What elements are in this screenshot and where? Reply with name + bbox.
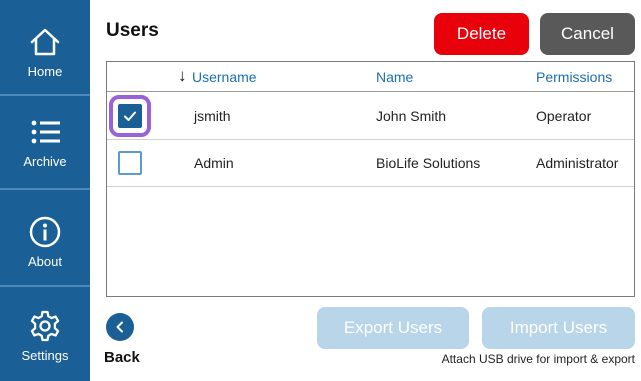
info-icon xyxy=(25,212,65,252)
list-icon xyxy=(25,112,65,152)
cell-name: BioLife Solutions xyxy=(376,155,481,171)
row-checkbox[interactable] xyxy=(118,151,142,175)
home-icon xyxy=(25,22,65,62)
page-title: Users xyxy=(106,20,159,41)
sidebar: Home Archive About Settings xyxy=(0,0,90,381)
gear-icon xyxy=(25,306,65,346)
sort-arrow-icon[interactable]: ↓ xyxy=(178,66,187,86)
export-users-button[interactable]: Export Users xyxy=(317,307,469,349)
sidebar-divider xyxy=(0,188,90,190)
cell-permissions: Administrator xyxy=(536,155,619,171)
sidebar-item-label: Archive xyxy=(23,154,67,169)
cell-permissions: Operator xyxy=(536,108,592,124)
usb-hint-text: Attach USB drive for import & export xyxy=(441,352,635,366)
sidebar-divider xyxy=(0,94,90,96)
checkmark-icon xyxy=(124,111,136,121)
back-button[interactable] xyxy=(106,313,134,341)
sidebar-item-archive[interactable]: Archive xyxy=(0,112,90,169)
sidebar-item-label: Settings xyxy=(21,348,69,363)
table-header: ↓ Username Name Permissions xyxy=(107,62,634,92)
users-table: ↓ Username Name Permissions jsmith John … xyxy=(106,61,635,297)
sidebar-item-label: Home xyxy=(27,64,63,79)
cell-name: John Smith xyxy=(376,108,447,124)
column-header-username[interactable]: Username xyxy=(192,69,257,85)
row-checkbox[interactable] xyxy=(118,104,142,128)
column-header-name[interactable]: Name xyxy=(376,69,413,85)
column-header-permissions[interactable]: Permissions xyxy=(536,69,612,85)
sidebar-divider xyxy=(0,285,90,287)
sidebar-item-home[interactable]: Home xyxy=(0,22,90,79)
delete-button[interactable]: Delete xyxy=(434,13,529,55)
sidebar-item-settings[interactable]: Settings xyxy=(0,306,90,363)
cancel-button[interactable]: Cancel xyxy=(540,13,635,55)
table-row[interactable]: jsmith John Smith Operator xyxy=(107,93,634,140)
chevron-left-icon xyxy=(116,321,123,333)
back-label[interactable]: Back xyxy=(104,349,140,366)
cell-username: jsmith xyxy=(194,108,231,124)
import-users-button[interactable]: Import Users xyxy=(482,307,635,349)
sidebar-item-about[interactable]: About xyxy=(0,212,90,269)
sidebar-item-label: About xyxy=(28,254,62,269)
cell-username: Admin xyxy=(194,155,234,171)
table-row[interactable]: Admin BioLife Solutions Administrator xyxy=(107,140,634,187)
